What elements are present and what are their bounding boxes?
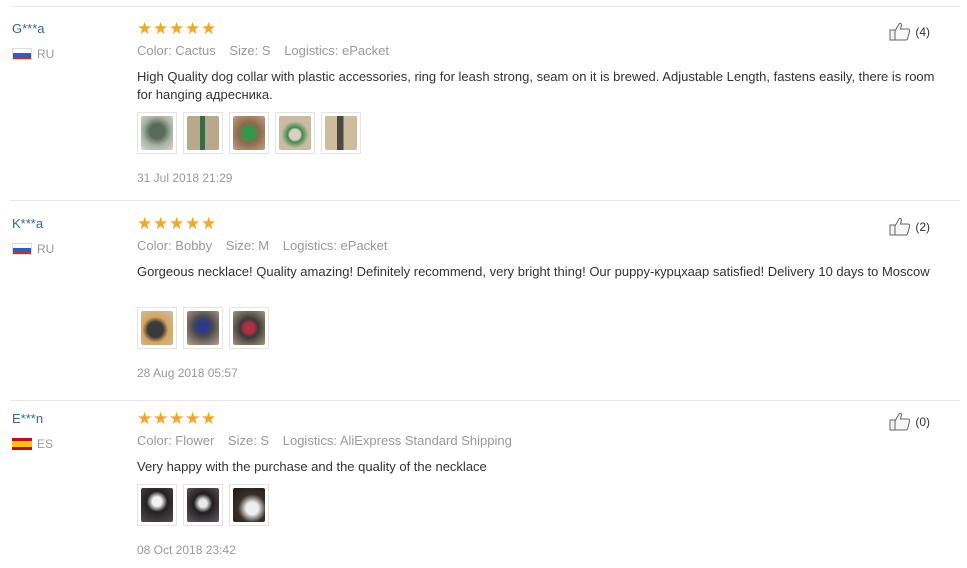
star-icon: ★ [169,19,185,38]
thumbs-up-icon[interactable] [889,412,911,431]
helpful-count: (0) [915,414,930,429]
helpful-count: (2) [915,219,930,234]
star-icon: ★ [185,409,201,428]
order-info: Color: Cactus Size: S Logistics: ePacket [137,43,399,58]
star-icon: ★ [153,409,169,428]
review-photo[interactable] [229,307,269,349]
buyer-country: RU [12,47,54,61]
country-code: RU [37,242,55,256]
star-icon: ★ [169,214,185,233]
star-icon: ★ [185,214,201,233]
order-size: Size: S [227,433,270,448]
buyer-country: ES [12,437,53,451]
review-date: 08 Oct 2018 23:42 [137,543,236,557]
buyer-name-link[interactable]: K***a [12,216,43,231]
star-icon: ★ [153,19,169,38]
star-icon: ★ [153,214,169,233]
helpful-vote[interactable]: (0) [889,412,930,431]
helpful-vote[interactable]: (2) [889,217,930,236]
order-logistics: Logistics: ePacket [284,43,389,58]
review-item: E***n ES ★ ★ ★ ★ ★ Color: Flower Size: S… [0,397,967,568]
review-date: 31 Jul 2018 21:29 [137,171,233,185]
divider [10,6,960,7]
thumbs-up-icon[interactable] [889,22,911,41]
spain-flag-icon [12,438,32,450]
review-item: G***a RU ★ ★ ★ ★ ★ Color: Cactus Size: S… [0,0,967,202]
review-text: Very happy with the purchase and the qua… [137,459,487,474]
helpful-vote[interactable]: (4) [889,22,930,41]
review-photo[interactable] [229,484,269,526]
star-rating: ★ ★ ★ ★ ★ [137,19,217,38]
order-color: Color: Flower [137,433,215,448]
order-color: Color: Bobby [137,238,213,253]
review-photo[interactable] [137,112,177,154]
star-icon: ★ [169,409,185,428]
order-info: Color: Bobby Size: M Logistics: ePacket [137,238,398,253]
star-rating: ★ ★ ★ ★ ★ [137,409,217,428]
star-rating: ★ ★ ★ ★ ★ [137,214,217,233]
star-icon: ★ [201,409,217,428]
star-icon: ★ [201,214,217,233]
buyer-country: RU [12,242,54,256]
review-photo[interactable] [321,112,361,154]
star-icon: ★ [185,19,201,38]
review-photo[interactable] [183,307,223,349]
order-info: Color: Flower Size: S Logistics: AliExpr… [137,433,522,448]
star-icon: ★ [137,19,153,38]
review-item: K***a RU ★ ★ ★ ★ ★ Color: Bobby Size: M … [0,202,967,401]
order-size: Size: S [229,43,271,58]
country-code: ES [37,437,54,451]
divider [10,200,960,201]
buyer-name-link[interactable]: G***a [12,21,45,36]
review-photos [137,307,269,349]
review-photo[interactable] [229,112,269,154]
review-text: High Quality dog collar with plastic acc… [137,69,935,102]
helpful-count: (4) [915,24,930,39]
russia-flag-icon [12,243,32,255]
order-logistics: Logistics: AliExpress Standard Shipping [282,433,512,448]
thumbs-up-icon[interactable] [889,217,911,236]
russia-flag-icon [12,48,32,60]
review-text: Gorgeous necklace! Quality amazing! Defi… [137,264,930,279]
country-code: RU [37,47,55,61]
order-color: Color: Cactus [137,43,216,58]
order-size: Size: M [225,238,270,253]
star-icon: ★ [137,409,153,428]
buyer-name-link[interactable]: E***n [12,411,43,426]
order-logistics: Logistics: ePacket [282,238,388,253]
review-date: 28 Aug 2018 05:57 [137,366,238,380]
review-photos [137,484,269,526]
review-photos [137,112,361,154]
review-photo[interactable] [137,307,177,349]
review-photo[interactable] [183,484,223,526]
review-photo[interactable] [137,484,177,526]
star-icon: ★ [137,214,153,233]
review-photo[interactable] [183,112,223,154]
review-photo[interactable] [275,112,315,154]
star-icon: ★ [201,19,217,38]
